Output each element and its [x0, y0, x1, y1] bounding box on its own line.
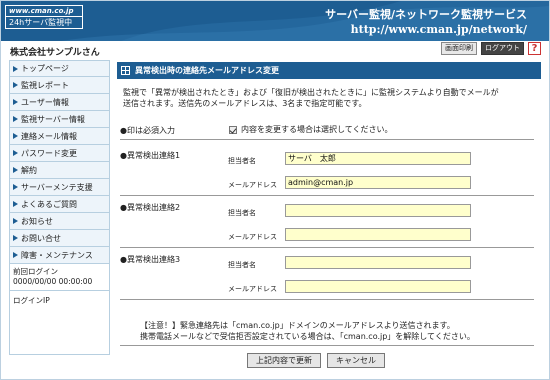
contact-2-name-label: 担当者名	[228, 209, 256, 217]
change-checkbox-label: 内容を変更する場合は選択してください。	[241, 125, 393, 134]
arrow-right-icon	[13, 82, 18, 88]
sidebar-item-label: 監視サーバー情報	[21, 114, 85, 124]
sidebar-item-news[interactable]: お知らせ	[9, 213, 110, 230]
arrow-right-icon	[13, 133, 18, 139]
print-button[interactable]: 画面印刷	[441, 42, 477, 55]
help-icon[interactable]: ?	[528, 42, 541, 55]
divider	[120, 299, 534, 300]
sidebar-item-contact[interactable]: お問い合せ	[9, 230, 110, 247]
logout-button[interactable]: ログアウト	[481, 42, 524, 55]
contact-1-email-label: メールアドレス	[228, 181, 277, 189]
arrow-right-icon	[13, 150, 18, 156]
change-checkbox[interactable]	[229, 125, 237, 134]
top-buttons: 画面印刷 ログアウト ?	[441, 42, 541, 55]
sidebar-item-label: 監視レポート	[21, 80, 69, 90]
brand-title: サーバー監視/ネットワーク監視サービス	[325, 8, 527, 21]
arrow-right-icon	[13, 116, 18, 122]
sidebar-item-label: ユーザー情報	[21, 97, 69, 107]
logo[interactable]: www.cman.co.jp 24hサーバ監視中	[5, 5, 83, 29]
arrow-right-icon	[13, 252, 18, 258]
cancel-button[interactable]: キャンセル	[327, 353, 385, 368]
description: 監視で「異常が検出されたとき」および「復旧が検出されたときに」に監視システムより…	[123, 87, 533, 109]
grid-icon	[121, 66, 130, 75]
last-login-value: 0000/00/00 00:00:00	[13, 277, 93, 286]
sidebar-item-label: トップページ	[21, 64, 69, 73]
arrow-right-icon	[13, 184, 18, 190]
change-checkbox-row[interactable]: 内容を変更する場合は選択してください。	[229, 124, 393, 135]
contact-2-email-label: メールアドレス	[228, 233, 277, 241]
note-line: 【注意！】緊急連絡先は「cman.co.jp」ドメインのメールアドレスより送信さ…	[140, 321, 455, 330]
last-login-box: 前回ログイン 0000/00/00 00:00:00	[9, 264, 110, 291]
sidebar-item-report[interactable]: 監視レポート	[9, 77, 110, 94]
sidebar-item-label: よくあるご質問	[21, 199, 77, 209]
sidebar-item-label: 障害・メンテナンス	[21, 250, 93, 260]
submit-button[interactable]: 上記内容で更新	[247, 353, 321, 368]
sidebar-item-label: お知らせ	[21, 216, 53, 226]
divider	[120, 345, 534, 346]
logo-subtitle: 24hサーバ監視中	[6, 16, 82, 28]
sidebar-item-label: 連絡メール情報	[21, 131, 77, 141]
sidebar-item-label: 解約	[21, 165, 37, 175]
divider	[120, 195, 534, 196]
contact-1-name-input[interactable]: サーバ 太郎	[285, 152, 471, 165]
contact-2-name-input[interactable]	[285, 204, 471, 217]
login-ip-box: ログインIP	[9, 291, 110, 355]
sidebar-item-maintenance-support[interactable]: サーバーメンテ支援	[9, 179, 110, 196]
company-name: 株式会社サンプルさん	[10, 48, 100, 58]
sidebar-item-faq[interactable]: よくあるご質問	[9, 196, 110, 213]
sidebar-item-label: お問い合せ	[21, 233, 61, 243]
arrow-right-icon	[13, 65, 18, 72]
sidebar-item-label: サーバーメンテ支援	[21, 182, 93, 192]
contact-2-label: ●異常検出連絡2	[120, 203, 181, 212]
last-login-label: 前回ログイン	[13, 267, 58, 276]
header-banner: www.cman.co.jp 24hサーバ監視中 サーバー監視/ネットワーク監視…	[1, 1, 549, 41]
sidebar-item-server-info[interactable]: 監視サーバー情報	[9, 111, 110, 128]
sidebar-item-mail-info[interactable]: 連絡メール情報	[9, 128, 110, 145]
arrow-right-icon	[13, 218, 18, 224]
contact-1-name-label: 担当者名	[228, 157, 256, 165]
arrow-right-icon	[13, 167, 18, 173]
note-line: 携帯電話メールなどで受信拒否設定されている場合は、「cman.co.jp」を解除…	[140, 332, 475, 341]
main-content: 異常検出時の連絡先メールアドレス変更 監視で「異常が検出されたとき」および「復旧…	[117, 62, 541, 368]
logo-url: www.cman.co.jp	[6, 6, 82, 16]
contact-1-email-input[interactable]: admin@cman.jp	[285, 176, 471, 189]
contact-3-name-input[interactable]	[285, 256, 471, 269]
contact-3-label: ●異常検出連絡3	[120, 255, 181, 264]
contact-3-email-input[interactable]	[285, 280, 471, 293]
sidebar-item-user-info[interactable]: ユーザー情報	[9, 94, 110, 111]
contact-3-email-label: メールアドレス	[228, 285, 277, 293]
description-line: 送信されます。送信先のメールアドレスは、3名まで指定可能です。	[123, 99, 367, 108]
contact-3-name-label: 担当者名	[228, 261, 256, 269]
contact-2-email-input[interactable]	[285, 228, 471, 241]
arrow-right-icon	[13, 99, 18, 105]
divider	[120, 139, 534, 140]
arrow-right-icon	[13, 235, 18, 241]
sidebar: トップページ 監視レポート ユーザー情報 監視サーバー情報 連絡メール情報 パス…	[9, 60, 110, 355]
sidebar-item-top[interactable]: トップページ	[9, 60, 110, 77]
sidebar-item-outage[interactable]: 障害・メンテナンス	[9, 247, 110, 264]
sidebar-item-cancel-contract[interactable]: 解約	[9, 162, 110, 179]
contact-1-label: ●異常検出連絡1	[120, 151, 181, 160]
login-ip-label: ログインIP	[13, 296, 50, 305]
brand-url: http://www.cman.jp/network/	[350, 23, 527, 36]
description-line: 監視で「異常が検出されたとき」および「復旧が検出されたときに」に監視システムより…	[123, 88, 499, 97]
arrow-right-icon	[13, 201, 18, 207]
sidebar-item-label: パスワード変更	[21, 148, 77, 158]
sidebar-item-password[interactable]: パスワード変更	[9, 145, 110, 162]
section-title: 異常検出時の連絡先メールアドレス変更	[117, 62, 541, 79]
warning-note: 【注意！】緊急連絡先は「cman.co.jp」ドメインのメールアドレスより送信さ…	[140, 320, 530, 342]
required-note: ●印は必須入力	[120, 126, 175, 135]
page-title: 異常検出時の連絡先メールアドレス変更	[135, 66, 279, 75]
form-actions: 上記内容で更新 キャンセル	[247, 353, 385, 368]
divider	[120, 247, 534, 248]
